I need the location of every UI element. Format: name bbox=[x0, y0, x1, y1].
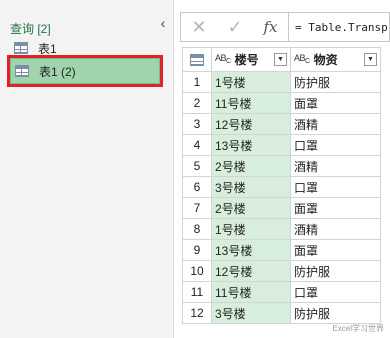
cell-supplies[interactable]: 防护服 bbox=[290, 302, 381, 324]
cell-supplies[interactable]: 防护服 bbox=[290, 260, 381, 282]
column-header-label: 物资 bbox=[313, 53, 338, 67]
query-item-table1-2[interactable]: 表1 (2) bbox=[7, 55, 163, 87]
table-row[interactable]: 11 11号楼 口罩 bbox=[182, 281, 381, 303]
table-row[interactable]: 10 12号楼 防护服 bbox=[182, 260, 381, 282]
cell-building[interactable]: 13号楼 bbox=[211, 239, 291, 261]
cancel-icon[interactable]: ✕ bbox=[181, 13, 217, 41]
query-item-label: 表1 bbox=[38, 41, 57, 56]
row-index[interactable]: 10 bbox=[182, 260, 212, 282]
row-index[interactable]: 4 bbox=[182, 134, 212, 156]
formula-text[interactable]: = Table.Transp bbox=[289, 21, 389, 34]
fx-icon[interactable]: fx bbox=[253, 13, 289, 41]
cell-building[interactable]: 12号楼 bbox=[211, 260, 291, 282]
table-menu-icon[interactable] bbox=[190, 53, 204, 66]
queries-header: 查询 [2] bbox=[10, 22, 51, 36]
confirm-icon[interactable]: ✓ bbox=[217, 13, 253, 41]
grid-corner[interactable] bbox=[182, 47, 212, 72]
cell-supplies[interactable]: 酒精 bbox=[290, 155, 381, 177]
row-index[interactable]: 2 bbox=[182, 92, 212, 114]
row-index[interactable]: 11 bbox=[182, 281, 212, 303]
data-grid: ABC 楼号 ▼ ABC 物资 ▼ 1 1号楼 防护服 2 11号楼 面罩 3 12号楼 酒精 4… bbox=[182, 47, 381, 324]
cell-building[interactable]: 3号楼 bbox=[211, 176, 291, 198]
column-header-label: 楼号 bbox=[234, 53, 259, 67]
cell-building[interactable]: 13号楼 bbox=[211, 134, 291, 156]
query-item-label: 表1 (2) bbox=[39, 64, 76, 79]
watermark: Excel学习世界 bbox=[332, 324, 384, 333]
cell-building[interactable]: 2号楼 bbox=[211, 155, 291, 177]
row-index[interactable]: 6 bbox=[182, 176, 212, 198]
table-row[interactable]: 5 2号楼 酒精 bbox=[182, 155, 381, 177]
cell-building[interactable]: 1号楼 bbox=[211, 218, 291, 240]
cell-supplies[interactable]: 口罩 bbox=[290, 134, 381, 156]
row-index[interactable]: 1 bbox=[182, 71, 212, 93]
column-header-building[interactable]: ABC 楼号 ▼ bbox=[211, 47, 291, 72]
cell-supplies[interactable]: 面罩 bbox=[290, 197, 381, 219]
row-index[interactable]: 12 bbox=[182, 302, 212, 324]
cell-building[interactable]: 11号楼 bbox=[211, 92, 291, 114]
cell-building[interactable]: 1号楼 bbox=[211, 71, 291, 93]
row-index[interactable]: 8 bbox=[182, 218, 212, 240]
table-row[interactable]: 6 3号楼 口罩 bbox=[182, 176, 381, 198]
cell-supplies[interactable]: 防护服 bbox=[290, 71, 381, 93]
table-row[interactable]: 1 1号楼 防护服 bbox=[182, 71, 381, 93]
text-type-icon[interactable]: ABC bbox=[215, 53, 231, 66]
row-index[interactable]: 5 bbox=[182, 155, 212, 177]
cell-building[interactable]: 12号楼 bbox=[211, 113, 291, 135]
data-preview-pane: ✕ ✓ fx = Table.Transp ABC 楼号 ▼ ABC 物资 ▼ … bbox=[180, 0, 390, 338]
cell-supplies[interactable]: 面罩 bbox=[290, 239, 381, 261]
cell-supplies[interactable]: 酒精 bbox=[290, 218, 381, 240]
row-index[interactable]: 9 bbox=[182, 239, 212, 261]
collapse-pane-button[interactable]: ‹ bbox=[156, 15, 170, 31]
cell-supplies[interactable]: 口罩 bbox=[290, 176, 381, 198]
queries-pane: 查询 [2] ‹ 表1 表1 (2) bbox=[0, 0, 174, 338]
table-icon bbox=[15, 65, 29, 77]
table-row[interactable]: 12 3号楼 防护服 bbox=[182, 302, 381, 324]
table-icon bbox=[14, 42, 28, 54]
table-row[interactable]: 2 11号楼 面罩 bbox=[182, 92, 381, 114]
cell-supplies[interactable]: 面罩 bbox=[290, 92, 381, 114]
text-type-icon[interactable]: ABC bbox=[294, 53, 310, 66]
filter-dropdown-icon[interactable]: ▼ bbox=[364, 53, 377, 66]
table-row[interactable]: 9 13号楼 面罩 bbox=[182, 239, 381, 261]
cell-building[interactable]: 11号楼 bbox=[211, 281, 291, 303]
table-row[interactable]: 4 13号楼 口罩 bbox=[182, 134, 381, 156]
row-index[interactable]: 7 bbox=[182, 197, 212, 219]
table-row[interactable]: 8 1号楼 酒精 bbox=[182, 218, 381, 240]
table-row[interactable]: 3 12号楼 酒精 bbox=[182, 113, 381, 135]
query-item-table1[interactable]: 表1 bbox=[10, 37, 162, 59]
cell-supplies[interactable]: 口罩 bbox=[290, 281, 381, 303]
cell-supplies[interactable]: 酒精 bbox=[290, 113, 381, 135]
cell-building[interactable]: 2号楼 bbox=[211, 197, 291, 219]
row-index[interactable]: 3 bbox=[182, 113, 212, 135]
cell-building[interactable]: 3号楼 bbox=[211, 302, 291, 324]
formula-bar: ✕ ✓ fx = Table.Transp bbox=[180, 12, 390, 42]
column-header-supplies[interactable]: ABC 物资 ▼ bbox=[290, 47, 381, 72]
table-row[interactable]: 7 2号楼 面罩 bbox=[182, 197, 381, 219]
filter-dropdown-icon[interactable]: ▼ bbox=[274, 53, 287, 66]
